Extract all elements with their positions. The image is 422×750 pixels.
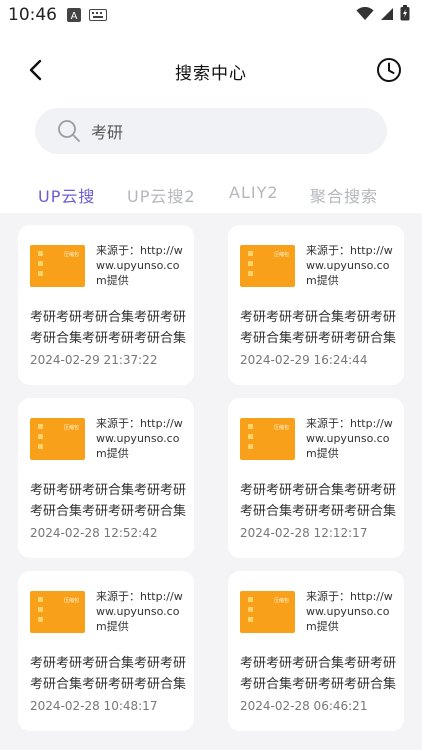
- result-card[interactable]: 压缩包 来源于：http://www.upyunso.com提供 考研考研考研合…: [228, 225, 404, 385]
- result-title: 考研考研考研合集考研考研考研合集考研考研考研合集: [30, 656, 186, 692]
- zip-file-icon: 压缩包: [240, 418, 295, 460]
- result-source: 来源于：http://www.upyunso.com提供: [96, 244, 183, 287]
- result-source: 来源于：http://www.upyunso.com提供: [306, 244, 393, 287]
- result-date: 2024-02-28 10:48:17: [30, 699, 158, 713]
- result-card[interactable]: 压缩包 来源于：http://www.upyunso.com提供 考研考研考研合…: [18, 571, 194, 731]
- history-button[interactable]: [374, 55, 404, 85]
- status-bar: 10:46 A: [0, 0, 422, 30]
- thumb-label: 压缩包: [273, 252, 289, 258]
- result-source: 来源于：http://www.upyunso.com提供: [306, 417, 393, 460]
- search-input[interactable]: [91, 121, 351, 141]
- result-title: 考研考研考研合集考研考研考研合集考研考研考研合集: [240, 656, 396, 692]
- back-button[interactable]: [20, 55, 50, 85]
- result-date: 2024-02-28 06:46:21: [240, 699, 368, 713]
- thumb-label: 压缩包: [63, 425, 79, 431]
- result-card[interactable]: 压缩包 来源于：http://www.upyunso.com提供 考研考研考研合…: [228, 398, 404, 558]
- zip-file-icon: 压缩包: [240, 591, 295, 633]
- thumb-label: 压缩包: [273, 598, 289, 604]
- tab-label: ALIY2: [229, 183, 279, 202]
- tab-up-yunsou[interactable]: UP云搜: [24, 177, 110, 219]
- chevron-left-icon: [29, 59, 42, 81]
- signal-icon: [380, 6, 394, 25]
- battery-icon: [400, 5, 410, 25]
- tab-bar: UP云搜 UP云搜2 ALIY2 聚合搜索: [0, 170, 422, 219]
- thumb-label: 压缩包: [63, 598, 79, 604]
- result-date: 2024-02-29 21:37:22: [30, 353, 158, 367]
- status-right: [356, 5, 410, 25]
- page-title: 搜索中心: [175, 63, 247, 84]
- result-source: 来源于：http://www.upyunso.com提供: [96, 417, 183, 460]
- notification-a-icon: A: [67, 8, 81, 22]
- zip-file-icon: 压缩包: [30, 245, 85, 287]
- result-date: 2024-02-28 12:52:42: [30, 526, 158, 540]
- thumb-label: 压缩包: [63, 252, 79, 258]
- zip-file-icon: 压缩包: [30, 591, 85, 633]
- result-source: 来源于：http://www.upyunso.com提供: [96, 590, 183, 633]
- zip-file-icon: 压缩包: [30, 418, 85, 460]
- result-source: 来源于：http://www.upyunso.com提供: [306, 590, 393, 633]
- result-title: 考研考研考研合集考研考研考研合集考研考研考研合集: [240, 483, 396, 519]
- header: 搜索中心: [0, 45, 422, 97]
- search-icon: [58, 120, 80, 142]
- status-time: 10:46: [8, 5, 57, 25]
- result-date: 2024-02-29 16:24:44: [240, 353, 368, 367]
- wifi-icon: [356, 6, 374, 25]
- result-card[interactable]: 压缩包 来源于：http://www.upyunso.com提供 考研考研考研合…: [18, 225, 194, 385]
- tab-label: UP云搜2: [127, 187, 196, 206]
- zip-file-icon: 压缩包: [240, 245, 295, 287]
- result-title: 考研考研考研合集考研考研考研合集考研考研考研合集: [240, 310, 396, 346]
- results-grid: 压缩包 来源于：http://www.upyunso.com提供 考研考研考研合…: [0, 213, 422, 750]
- tab-aliy2[interactable]: ALIY2: [229, 177, 279, 208]
- tab-label: UP云搜: [38, 187, 96, 206]
- thumb-label: 压缩包: [273, 425, 289, 431]
- tab-up-yunsou-2[interactable]: UP云搜2: [127, 177, 196, 213]
- result-date: 2024-02-28 12:12:17: [240, 526, 368, 540]
- clock-icon: [377, 58, 401, 82]
- search-box[interactable]: [35, 108, 387, 154]
- result-title: 考研考研考研合集考研考研考研合集考研考研考研合集: [30, 483, 186, 519]
- keyboard-icon: [89, 9, 107, 21]
- svg-text:A: A: [71, 11, 78, 22]
- tab-label: 聚合搜索: [310, 187, 379, 206]
- result-title: 考研考研考研合集考研考研考研合集考研考研考研合集: [30, 310, 186, 346]
- result-card[interactable]: 压缩包 来源于：http://www.upyunso.com提供 考研考研考研合…: [228, 571, 404, 731]
- tab-aggregate-search[interactable]: 聚合搜索: [310, 177, 378, 213]
- result-card[interactable]: 压缩包 来源于：http://www.upyunso.com提供 考研考研考研合…: [18, 398, 194, 558]
